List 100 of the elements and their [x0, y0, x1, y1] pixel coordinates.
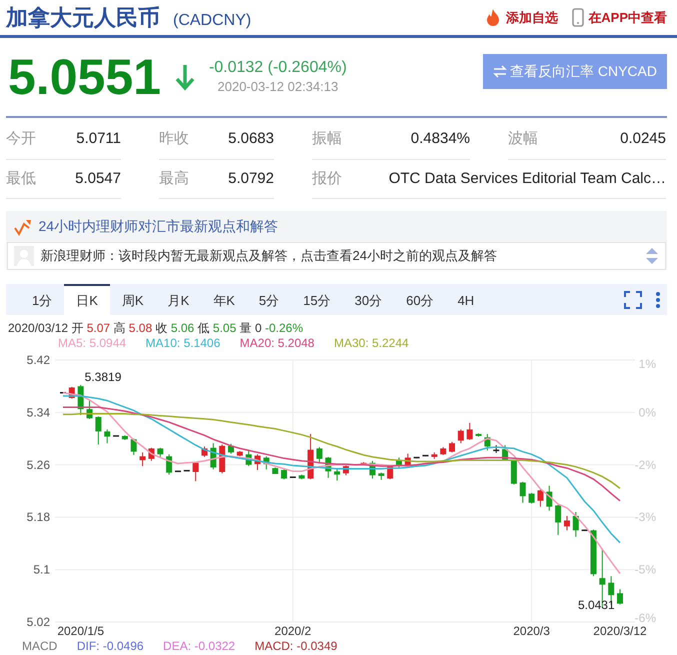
price-change: -0.0132 (-0.2604%) — [208, 58, 347, 77]
swap-icon — [492, 64, 507, 78]
candlestick — [342, 464, 349, 476]
fullscreen-icon[interactable] — [624, 290, 642, 308]
candlestick — [404, 453, 411, 468]
candlestick — [582, 530, 588, 532]
y-axis-label: 5.1 — [33, 562, 50, 577]
candlestick — [617, 588, 623, 605]
candlestick — [298, 474, 305, 480]
candlestick — [590, 529, 596, 577]
stat-label: 波幅 — [508, 129, 538, 149]
chart-period-tab[interactable]: 15分 — [291, 284, 343, 315]
chart-period-tab[interactable]: 5分 — [246, 284, 292, 315]
ma-legend-label: MA30: 5.2244 — [334, 336, 409, 350]
candlestick — [369, 460, 376, 480]
candlestick — [78, 384, 84, 416]
price-value: 5.0551 — [8, 52, 161, 102]
candlestick — [572, 511, 579, 538]
candlestick — [308, 434, 314, 480]
candlestick — [201, 446, 208, 458]
candlestick — [174, 470, 181, 472]
quote-summary: 2020/03/12 开 5.07 高 5.08 收 5.06 低 5.05 量 0 -0.26% — [8, 321, 304, 336]
candlestick — [148, 447, 154, 462]
candlestick — [325, 456, 332, 478]
chart-period-tab[interactable]: 年K — [201, 284, 247, 315]
view-in-app-link[interactable]: 在APP中查看 — [588, 8, 667, 28]
chart-period-tab[interactable]: 1分 — [20, 284, 64, 315]
candlestick — [484, 434, 490, 451]
candlestick — [157, 447, 164, 458]
chart-period-tab[interactable]: 60分 — [394, 284, 446, 315]
advisor-title[interactable]: 24小时内理财师对汇市最新观点和解答 — [38, 216, 278, 237]
phone-icon[interactable] — [571, 8, 586, 27]
scroll-up-icon[interactable] — [645, 247, 659, 254]
add-favorite-link[interactable]: 添加自选 — [506, 8, 558, 28]
stat-value: 0.4834% — [410, 129, 470, 149]
candlestick — [431, 452, 438, 460]
candlestick — [555, 504, 562, 536]
candlestick — [476, 432, 482, 438]
candlestick — [236, 450, 243, 457]
y-axis-label: 5.42 — [26, 353, 50, 367]
candlestick — [104, 428, 110, 444]
page-title: 加拿大元人民币 — [6, 4, 160, 32]
timestamp: 2020-03-12 02:34:13 — [218, 78, 338, 96]
candlestick — [316, 446, 322, 464]
macd-legend-label: MACD: -0.0349 — [254, 640, 338, 653]
chart-period-tab[interactable]: 周K — [110, 284, 156, 315]
candlestick — [449, 441, 456, 453]
macd-legend-label: DIF: -0.0496 — [76, 640, 144, 653]
candlestick — [210, 442, 216, 470]
stat-label: 报价 — [312, 168, 342, 188]
candlestick — [502, 444, 508, 462]
candlestick — [414, 456, 420, 459]
y-axis-label: 5.02 — [26, 615, 50, 629]
candlestick — [378, 472, 384, 480]
candlestick — [290, 476, 296, 478]
candlestick — [493, 444, 500, 454]
scroll-down-icon[interactable] — [645, 258, 659, 265]
candlestick — [528, 492, 535, 504]
stat-value: 5.0683 — [228, 129, 274, 149]
candlestick — [466, 422, 473, 440]
candlestick — [228, 443, 234, 454]
low-price-label: 5.0431 — [578, 598, 615, 612]
stat-value: 5.0711 — [76, 129, 121, 149]
high-price-label: 5.3819 — [84, 370, 122, 384]
y-axis-label: 5.34 — [26, 405, 50, 420]
candlestick — [86, 400, 93, 420]
stat-label: 最低 — [6, 168, 36, 188]
candlestick — [140, 452, 146, 467]
ma-legend-label: MA5: 5.0944 — [58, 336, 126, 350]
ma-legend-label: MA20: 5.2048 — [240, 336, 314, 350]
stat-value: 5.0792 — [228, 168, 274, 188]
candlestick — [122, 434, 128, 440]
candlestick — [166, 454, 172, 476]
candlestick — [281, 468, 288, 480]
candlestick — [520, 481, 526, 504]
candlestick — [396, 457, 402, 468]
y-axis-label: 5.18 — [26, 510, 50, 524]
candlestick — [546, 485, 552, 512]
chart-period-tab[interactable]: 30分 — [342, 284, 394, 315]
candlestick — [564, 515, 570, 531]
candlestick — [263, 456, 270, 470]
candlestick — [510, 459, 517, 485]
chart-period-tab[interactable]: 4H — [446, 284, 486, 315]
candlestick — [458, 428, 464, 444]
candlestick — [60, 392, 66, 394]
trend-arrow-icon — [14, 218, 32, 236]
chart-period-tab[interactable]: 日K — [64, 284, 110, 315]
macd-legend-label: DEA: -0.0322 — [163, 640, 236, 653]
y-axis-label: 5.26 — [26, 458, 50, 472]
chart-period-tab[interactable]: 月K — [156, 284, 202, 315]
x-axis-label: 2020/2 — [274, 624, 312, 638]
x-axis-label: 2020/3 — [513, 624, 550, 638]
stat-value: 5.0547 — [75, 168, 121, 188]
candlestick — [537, 488, 544, 508]
candlestick — [246, 450, 252, 467]
x-axis-label: 2020/3/12 — [593, 624, 647, 638]
more-options-icon[interactable] — [654, 290, 660, 308]
x-axis-label: 2020/1/5 — [57, 624, 104, 638]
candlestick — [440, 446, 446, 456]
candlestick — [422, 454, 428, 457]
